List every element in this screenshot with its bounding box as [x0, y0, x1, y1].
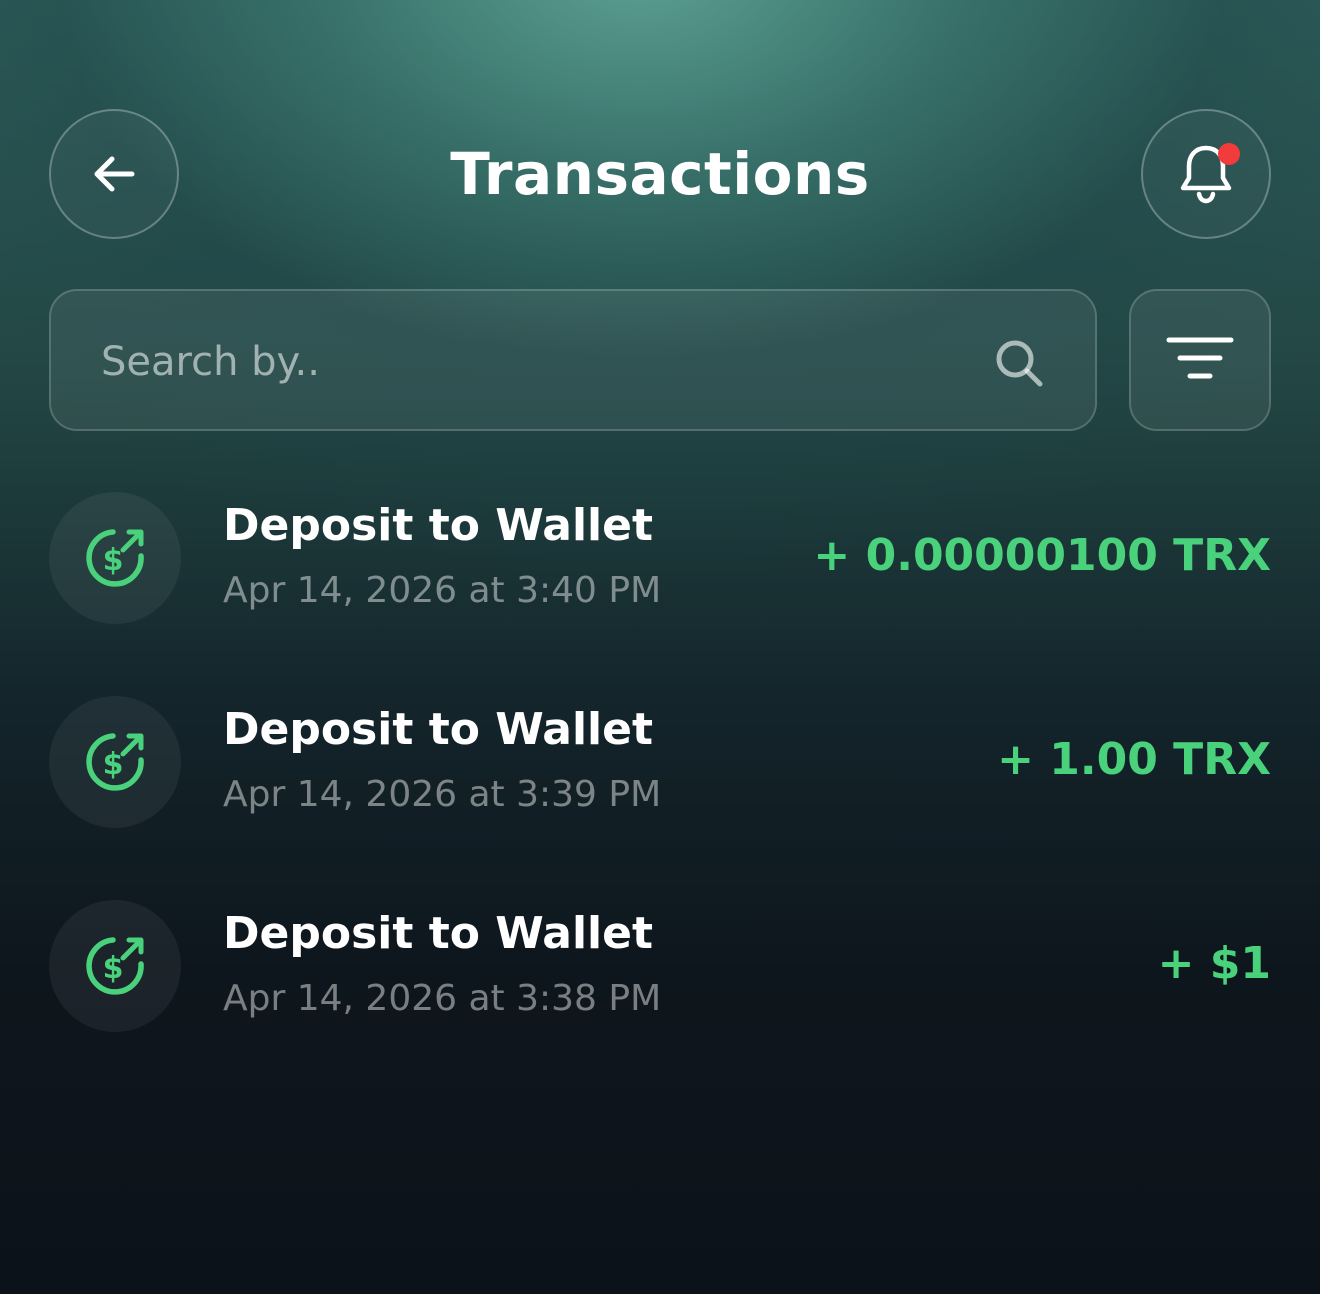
transaction-row[interactable]: $ Deposit to Wallet Apr 14, 2026 at 3:40…	[49, 492, 1271, 624]
transaction-title: Deposit to Wallet	[223, 908, 653, 959]
deposit-dollar-icon: $	[49, 492, 181, 624]
deposit-dollar-icon: $	[49, 696, 181, 828]
transaction-title: Deposit to Wallet	[223, 704, 653, 755]
transaction-amount: + 0.00000100 TRX	[813, 530, 1271, 581]
transaction-date: Apr 14, 2026 at 3:38 PM	[223, 978, 662, 1019]
svg-text:$: $	[103, 543, 124, 578]
transaction-amount: + $1	[1157, 938, 1271, 989]
transaction-row[interactable]: $ Deposit to Wallet Apr 14, 2026 at 3:39…	[49, 696, 1271, 828]
svg-text:$: $	[103, 747, 124, 782]
transaction-title: Deposit to Wallet	[223, 500, 653, 551]
deposit-dollar-icon: $	[49, 900, 181, 1032]
transaction-amount: + 1.00 TRX	[997, 734, 1271, 785]
transaction-date: Apr 14, 2026 at 3:39 PM	[223, 774, 662, 815]
transactions-list: $ Deposit to Wallet Apr 14, 2026 at 3:40…	[0, 0, 1320, 1294]
transaction-row[interactable]: $ Deposit to Wallet Apr 14, 2026 at 3:38…	[49, 900, 1271, 1032]
transaction-date: Apr 14, 2026 at 3:40 PM	[223, 570, 662, 611]
svg-text:$: $	[103, 951, 124, 986]
